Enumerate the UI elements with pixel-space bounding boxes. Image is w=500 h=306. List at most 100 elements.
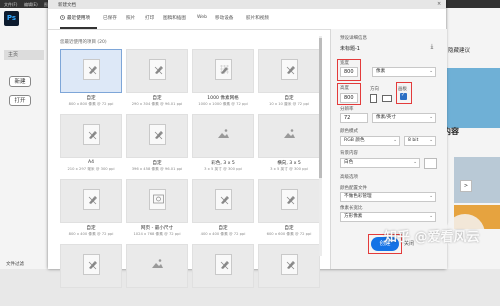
bit-depth-value: 8 bit (408, 138, 419, 143)
bit-depth-select[interactable]: 8 bit ⌄ (404, 136, 436, 146)
preset-dimensions: 3 x 5 英寸 @ 300 ppi (270, 167, 308, 171)
preset-name: 网页 - 最小尺寸 (140, 226, 174, 231)
preset-tile[interactable]: 自定 800 x 800 像素 @ 72 ppi (60, 49, 122, 111)
preset-thumbnail (192, 244, 254, 288)
preset-tile[interactable]: 自定 800 x 400 像素 @ 72 ppi (60, 179, 122, 241)
color-profile-label: 颜色配置文件 (340, 186, 367, 191)
save-preset-icon[interactable]: ⤓ (428, 43, 436, 51)
color-mode-label: 颜色模式 (340, 129, 358, 134)
preset-name: A4 (87, 160, 95, 165)
color-profile-select[interactable]: 不做色彩管理 ⌄ (340, 192, 436, 202)
tab-art-illustration[interactable]: 图稿和插图 (163, 15, 186, 21)
preset-dimensions: 3 x 5 英寸 @ 300 ppi (204, 167, 242, 171)
chevron-down-icon: ⌄ (429, 115, 433, 120)
grid-doc-icon (215, 59, 232, 80)
next-arrow-icon[interactable]: > (460, 180, 472, 192)
preset-tile[interactable]: 自定 10 x 10 厘米 @ 72 ppi (258, 49, 320, 111)
preset-name: 自定 (284, 96, 294, 101)
tab-saved[interactable]: 已保存 (103, 15, 117, 21)
preset-tile[interactable]: 1000 像素网格 1000 x 1000 像素 @ 72 ppi (192, 49, 254, 111)
filter-label: 文件过滤 (6, 262, 24, 267)
recent-items-heading: 您最近使用的项目 (20) (60, 40, 107, 45)
tab-photo[interactable]: 照片 (126, 15, 135, 21)
doc-icon (83, 189, 100, 210)
color-mode-select[interactable]: RGB 颜色 ⌄ (340, 136, 400, 146)
resolution-unit-value: 像素/英寸 (376, 115, 396, 120)
preset-thumbnail (192, 114, 254, 158)
preset-tile[interactable] (258, 244, 320, 306)
doc-icon (215, 189, 232, 210)
chevron-down-icon: ⌄ (393, 138, 397, 143)
document-name-field[interactable]: 未标题-1 (340, 45, 360, 52)
preset-thumbnail (126, 49, 188, 93)
preset-tile[interactable]: 自定 290 x 304 像素 @ 96.01 ppi (126, 49, 188, 111)
width-highlight (337, 59, 361, 81)
artboard-highlight (396, 82, 412, 104)
unit-select[interactable]: 像素 ⌄ (372, 67, 436, 77)
preset-tile[interactable] (126, 244, 188, 306)
resolution-unit-select[interactable]: 像素/英寸 ⌄ (372, 113, 436, 123)
menu-edit[interactable]: 编辑(E) (24, 2, 38, 8)
preset-name: 自定 (152, 96, 162, 101)
preset-tile[interactable]: 自定 396 x 458 像素 @ 96.01 ppi (126, 114, 188, 176)
doc-icon (281, 189, 298, 210)
chevron-down-icon: ⌄ (413, 160, 417, 165)
preset-thumbnail (60, 179, 122, 223)
preset-thumbnail (126, 114, 188, 158)
preset-thumbnail (192, 49, 254, 93)
preset-tile[interactable]: 自定 600 x 600 像素 @ 72 ppi (258, 179, 320, 241)
resolution-input[interactable]: 72 (340, 113, 368, 123)
tab-web[interactable]: Web (197, 15, 207, 20)
unit-select-value: 像素 (376, 69, 386, 74)
dialog-title: 新建文档 (58, 3, 76, 8)
preset-name: 彩色, 3 x 5 (211, 161, 235, 166)
preset-thumbnail (258, 49, 320, 93)
height-highlight (337, 83, 361, 105)
preset-name: 自定 (218, 226, 228, 231)
preset-tile[interactable]: A4 210 x 297 毫米 @ 300 ppi (60, 114, 122, 176)
image-icon (281, 124, 298, 145)
preset-tile[interactable]: 横向, 3 x 53 x 5 英寸 @ 300 ppi (258, 114, 320, 176)
pixel-aspect-select[interactable]: 方形像素 ⌄ (340, 212, 436, 222)
new-file-button[interactable]: 新建 (9, 76, 31, 87)
preset-tile[interactable]: 自定 400 x 400 像素 @ 72 ppi (192, 179, 254, 241)
home-nav-item[interactable]: 主页 (4, 50, 44, 60)
open-file-button[interactable]: 打开 (9, 95, 31, 106)
doc-icon (83, 124, 100, 145)
preset-thumbnail (60, 244, 122, 288)
doc-icon (281, 59, 298, 80)
tab-film-video[interactable]: 胶片和视频 (246, 15, 269, 21)
preset-tile[interactable]: 网页 - 最小尺寸 1024 x 768 像素 @ 72 ppi (126, 179, 188, 241)
dialog-close-icon[interactable]: × (437, 1, 441, 7)
preset-name: 自定 (86, 226, 96, 231)
background-color-swatch[interactable] (424, 158, 437, 169)
preset-tile[interactable] (60, 244, 122, 306)
tab-recent[interactable]: 最近使用项 (67, 15, 90, 21)
advanced-options-toggle[interactable]: 高级选项 (340, 174, 358, 180)
image-icon (215, 124, 232, 145)
landscape-orientation-icon[interactable] (382, 95, 392, 102)
watermark-text: 知乎 @爱看风云 (384, 230, 480, 245)
image-icon (149, 254, 166, 275)
chevron-down-icon: ⌄ (429, 138, 433, 143)
portrait-orientation-icon[interactable] (370, 94, 377, 103)
preset-thumbnail (60, 114, 122, 158)
background-select[interactable]: 白色 ⌄ (340, 158, 420, 168)
promo-image (444, 68, 500, 128)
color-mode-value: RGB 颜色 (344, 138, 365, 143)
preset-name: 自定 (284, 226, 294, 231)
grid-scrollbar-thumb[interactable] (319, 38, 322, 178)
preset-thumbnail (60, 49, 122, 93)
preset-thumbnail (258, 244, 320, 288)
chevron-down-icon: ⌄ (429, 69, 433, 74)
photoshop-logo: Ps (4, 11, 19, 26)
preset-name: 自定 (152, 161, 162, 166)
tab-mobile[interactable]: 移动设备 (215, 15, 233, 21)
hide-suggestions-link[interactable]: 隐藏建议 (448, 46, 470, 54)
tab-print[interactable]: 打印 (145, 15, 154, 21)
preset-dimensions: 1000 x 1000 像素 @ 72 ppi (198, 102, 248, 106)
preset-dimensions: 400 x 400 像素 @ 72 ppi (200, 232, 246, 236)
menu-file[interactable]: 文件(F) (4, 2, 17, 8)
preset-tile[interactable] (192, 244, 254, 306)
preset-tile[interactable]: 彩色, 3 x 53 x 5 英寸 @ 300 ppi (192, 114, 254, 176)
